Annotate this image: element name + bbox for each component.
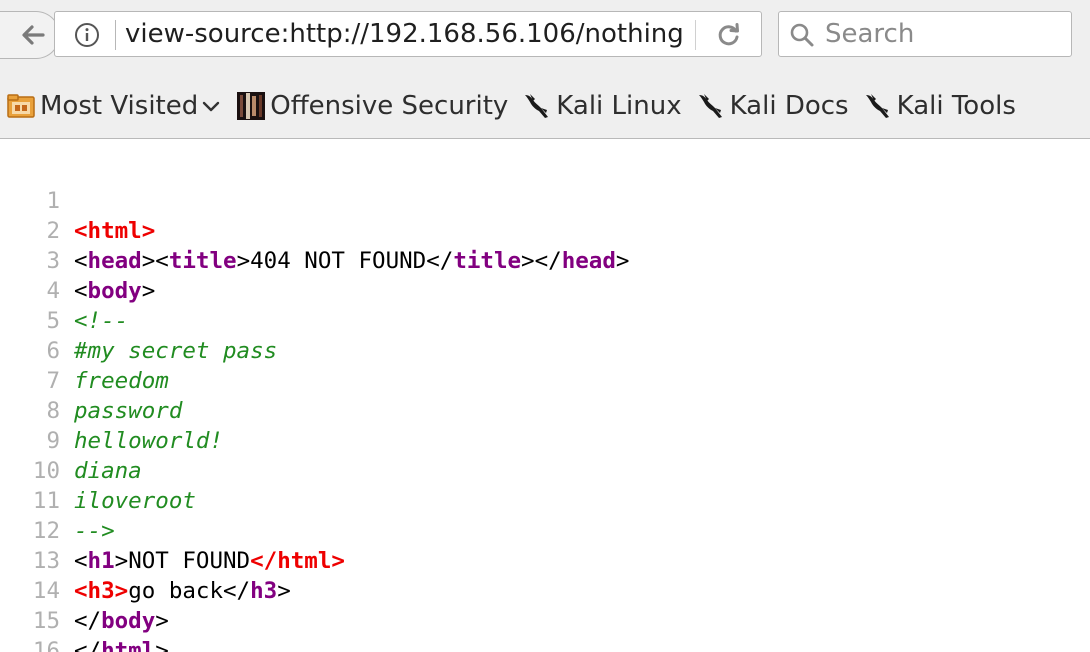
bookmark-kali-docs[interactable]: Kali Docs (694, 84, 851, 128)
back-arrow-icon (22, 25, 45, 45)
source-line: 14 </body> (0, 546, 1090, 634)
reload-icon (718, 23, 739, 46)
info-icon[interactable] (73, 21, 101, 49)
url-bar[interactable]: view-source:http://192.168.56.106/nothin… (54, 11, 762, 57)
bookmark-label: Offensive Security (270, 91, 509, 121)
source-line: 6 freedom (0, 306, 1090, 394)
search-icon (790, 23, 814, 47)
url-text[interactable]: view-source:http://192.168.56.106/nothin… (125, 12, 691, 56)
kali-dragon-icon (698, 94, 722, 118)
source-line: 8 helloworld! (0, 366, 1090, 454)
bookmark-label: Most Visited (40, 91, 199, 121)
source-line: 15 </html> (0, 576, 1090, 652)
bookmark-label: Kali Linux (556, 91, 682, 121)
source-view: 1 <html> 2 <head><title>404 NOT FOUND</t… (0, 156, 1090, 652)
kali-dragon-icon (525, 94, 549, 118)
source-line: 1 <html> (0, 156, 1090, 244)
search-box[interactable] (778, 11, 1072, 57)
source-line: 11 --> (0, 456, 1090, 544)
source-line: 10 iloveroot (0, 426, 1090, 514)
source-line: 16 (0, 606, 1090, 652)
folder-icon (7, 94, 35, 118)
bookmarks-toolbar: Most Visited Offensive Security Kali Lin… (0, 74, 1090, 139)
bookmark-most-visited[interactable]: Most Visited (4, 84, 224, 128)
source-line: 5 #my secret pass (0, 276, 1090, 364)
source-line: 12 <h1>NOT FOUND</html> (0, 486, 1090, 574)
back-button[interactable] (0, 11, 60, 59)
kali-dragon-icon (865, 94, 889, 118)
offensive-security-icon (237, 92, 266, 120)
bookmark-label: Kali Docs (729, 91, 849, 121)
search-input[interactable] (825, 12, 1065, 56)
bookmark-label: Kali Tools (896, 91, 1016, 121)
source-line: 4 <!-- (0, 246, 1090, 334)
source-line: 13 <h3>go back</h3> (0, 516, 1090, 604)
line-number: 16 (32, 638, 60, 652)
html-close-tag: html (101, 638, 156, 652)
navigation-toolbar: view-source:http://192.168.56.106/nothin… (0, 0, 1090, 74)
source-line: 2 <head><title>404 NOT FOUND</title></he… (0, 186, 1090, 274)
url-divider (695, 20, 696, 50)
chevron-down-icon (203, 101, 220, 112)
source-line: 7 password (0, 336, 1090, 424)
bookmark-offensive-security[interactable]: Offensive Security (234, 84, 510, 128)
reload-button[interactable] (709, 18, 749, 52)
source-line: 9 diana (0, 396, 1090, 484)
url-divider (115, 20, 116, 50)
source-line: 3 <body> (0, 216, 1090, 304)
bookmark-kali-linux[interactable]: Kali Linux (520, 84, 683, 128)
bookmark-kali-tools[interactable]: Kali Tools (861, 84, 1018, 128)
